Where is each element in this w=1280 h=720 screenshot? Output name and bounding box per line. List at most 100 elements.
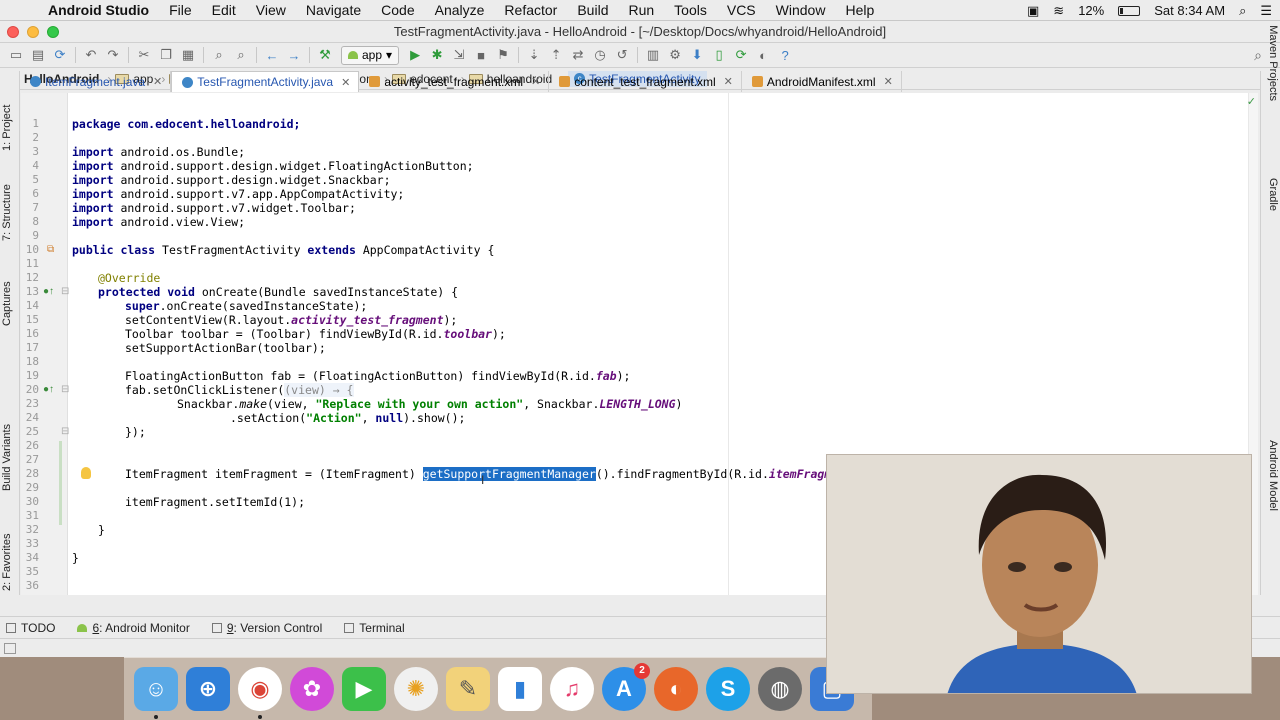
app-store-icon[interactable]: A2 <box>602 663 650 711</box>
battery-percent[interactable]: 12% <box>1078 3 1104 18</box>
menu-tools[interactable]: Tools <box>664 2 717 18</box>
notification-center-icon[interactable]: ☰ <box>1260 3 1272 19</box>
settings-icon[interactable]: ⚙ <box>665 45 685 65</box>
save-all-icon[interactable]: ▤ <box>28 45 48 65</box>
menu-analyze[interactable]: Analyze <box>425 2 495 18</box>
android-device-monitor-icon[interactable]: ◐ <box>753 45 773 65</box>
menu-view[interactable]: View <box>246 2 296 18</box>
override-gutter-icon[interactable]: ●↑ <box>43 285 54 299</box>
copy-icon[interactable]: ❐ <box>156 45 176 65</box>
back-icon[interactable]: ← <box>262 45 282 65</box>
tab-testfragmentactivity[interactable]: TestFragmentActivity.java ✕ <box>171 71 360 92</box>
skype-icon[interactable]: S <box>706 667 750 711</box>
class-gutter-icon[interactable]: ⧉ <box>47 243 54 257</box>
find-icon[interactable]: ⌕ <box>209 45 229 65</box>
undo-icon[interactable]: ↶ <box>81 45 101 65</box>
safari-icon[interactable]: ⊕ <box>186 667 230 711</box>
menu-refactor[interactable]: Refactor <box>494 2 567 18</box>
gradle-sync-icon[interactable]: ⟳ <box>731 45 751 65</box>
tool-todo[interactable]: TODO <box>6 621 55 635</box>
menu-window[interactable]: Window <box>766 2 836 18</box>
tool-structure[interactable]: 7: Structure <box>1 184 13 241</box>
sync-icon[interactable]: ⟳ <box>50 45 70 65</box>
menu-code[interactable]: Code <box>371 2 424 18</box>
help-icon[interactable]: ? <box>775 45 795 65</box>
close-icon[interactable]: ✕ <box>341 76 350 89</box>
wifi-icon[interactable]: ≋ <box>1053 3 1064 19</box>
photos-icon[interactable]: ✺ <box>394 667 438 711</box>
tool-project[interactable]: 1: Project <box>1 105 13 151</box>
project-structure-icon[interactable]: ▥ <box>643 45 663 65</box>
run-config-select[interactable]: app ▾ <box>341 45 400 65</box>
itunes-icon[interactable]: ♫ <box>550 667 594 711</box>
tab-content-test-fragment[interactable]: content_test_fragment.xml ✕ <box>549 71 742 92</box>
cut-icon[interactable]: ✂ <box>134 45 154 65</box>
menu-help[interactable]: Help <box>835 2 884 18</box>
replace-icon[interactable]: ⌕ <box>231 45 251 65</box>
tool-terminal[interactable]: Terminal <box>344 621 405 635</box>
menu-file[interactable]: File <box>159 2 202 18</box>
tool-version-control[interactable]: 9: Version Control <box>211 621 322 635</box>
close-icon[interactable]: ✕ <box>724 75 733 88</box>
battery-icon[interactable] <box>1118 5 1141 16</box>
debug-icon[interactable]: ✱ <box>427 45 447 65</box>
paste-icon[interactable]: ▦ <box>178 45 198 65</box>
tool-android-monitor[interactable]: 6: Android Monitor <box>77 621 190 635</box>
firefox-icon[interactable]: ◐ <box>654 667 698 711</box>
run-icon[interactable]: ▶ <box>405 45 425 65</box>
tool-android-model[interactable]: Android Model <box>1267 440 1279 511</box>
preview-icon[interactable]: ✎ <box>446 667 490 711</box>
avd-manager-icon[interactable]: ▯ <box>709 45 729 65</box>
selected-text[interactable]: getSupportFragmentManager <box>422 467 596 481</box>
line-number: 33 <box>25 537 39 550</box>
tab-androidmanifest[interactable]: AndroidManifest.xml ✕ <box>742 71 902 92</box>
menu-build[interactable]: Build <box>567 2 618 18</box>
make-project-icon[interactable]: ⚒ <box>315 45 335 65</box>
fold-icon[interactable]: ⊟ <box>61 285 69 299</box>
vcs-update-icon[interactable]: ⇣ <box>524 45 544 65</box>
menu-edit[interactable]: Edit <box>202 2 246 18</box>
profile-icon[interactable]: ⚑ <box>493 45 513 65</box>
vcs-compare-icon[interactable]: ⇄ <box>568 45 588 65</box>
intention-bulb-icon[interactable] <box>81 467 91 479</box>
facetime-icon[interactable]: ▶ <box>342 667 386 711</box>
menu-run[interactable]: Run <box>618 2 664 18</box>
menu-vcs[interactable]: VCS <box>717 2 766 18</box>
finder-icon[interactable]: ☺ <box>134 667 178 719</box>
close-icon[interactable]: ✕ <box>884 75 893 88</box>
tool-captures[interactable]: Captures <box>1 281 13 326</box>
chrome-icon[interactable]: ◉ <box>238 667 282 719</box>
attach-debugger-icon[interactable]: ⇲ <box>449 45 469 65</box>
tool-gradle[interactable]: Gradle <box>1267 178 1279 211</box>
tab-activity-test-fragment[interactable]: activity_test_fragment.xml ✕ <box>359 71 550 92</box>
vcs-change-marker[interactable] <box>59 441 62 525</box>
flower-app-icon[interactable]: ✿ <box>290 667 334 711</box>
close-icon[interactable]: ✕ <box>531 75 540 88</box>
sequel-pro-icon[interactable]: ◍ <box>758 667 802 711</box>
spotlight-icon[interactable]: ⌕ <box>1239 3 1246 19</box>
tool-windows-toggle-icon[interactable] <box>4 643 16 654</box>
fold-icon[interactable]: ⊟ <box>61 425 69 439</box>
sdk-manager-icon[interactable]: ⬇ <box>687 45 707 65</box>
redo-icon[interactable]: ↷ <box>103 45 123 65</box>
menu-app-name[interactable]: Android Studio <box>38 2 159 18</box>
stop-icon[interactable]: ■ <box>471 45 491 65</box>
tool-maven-projects[interactable]: Maven Projects <box>1267 25 1279 101</box>
forward-icon[interactable]: → <box>284 45 304 65</box>
tool-favorites[interactable]: 2: Favorites <box>1 534 13 591</box>
tab-itemfragment[interactable]: ItemFragment.java ✕ <box>20 71 172 92</box>
menubar-clock[interactable]: Sat 8:34 AM <box>1154 3 1225 18</box>
open-folder-icon[interactable]: ▭ <box>6 45 26 65</box>
line-number: 8 <box>32 215 39 228</box>
numbers-icon[interactable]: ▮ <box>498 667 542 711</box>
search-everywhere-icon[interactable]: ⌕ <box>1254 47 1262 64</box>
tool-build-variants[interactable]: Build Variants <box>1 424 13 491</box>
vcs-revert-icon[interactable]: ↺ <box>612 45 632 65</box>
close-icon[interactable]: ✕ <box>153 75 162 88</box>
vcs-commit-icon[interactable]: ⇡ <box>546 45 566 65</box>
lambda-gutter-icon[interactable]: ●↑ <box>43 383 54 397</box>
camera-icon[interactable]: ▣ <box>1027 3 1039 19</box>
vcs-history-icon[interactable]: ◷ <box>590 45 610 65</box>
fold-icon[interactable]: ⊟ <box>61 383 69 397</box>
menu-navigate[interactable]: Navigate <box>296 2 371 18</box>
